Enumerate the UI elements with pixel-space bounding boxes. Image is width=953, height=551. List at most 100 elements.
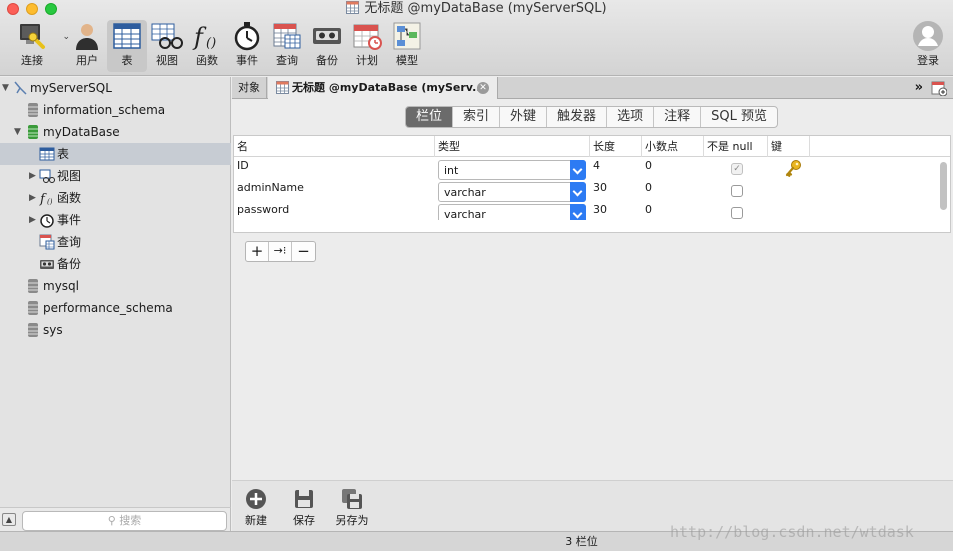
backup-tape-icon: [313, 28, 341, 44]
add-circle-icon: [246, 489, 266, 509]
column-header-length[interactable]: 长度: [590, 136, 642, 157]
column-header-decimals[interactable]: 小数点: [642, 136, 704, 157]
views-node[interactable]: ▶ 视图: [0, 165, 231, 187]
field-length-cell[interactable]: 30: [590, 180, 607, 202]
sidebar-search-input[interactable]: ⚲ 搜索: [22, 511, 227, 531]
database-node[interactable]: information_schema: [0, 99, 231, 121]
not-null-checkbox[interactable]: [731, 207, 743, 219]
field-type-select[interactable]: varchar: [438, 204, 586, 220]
field-decimals-cell[interactable]: 0: [642, 158, 652, 180]
query-icon: [39, 234, 55, 250]
table-scrollbar[interactable]: [940, 162, 947, 210]
field-name-cell[interactable]: password: [234, 202, 435, 220]
field-decimals-cell[interactable]: 0: [642, 180, 652, 202]
view-glasses-icon: [39, 169, 55, 183]
insert-field-button[interactable]: →⁝: [269, 242, 292, 261]
view-button[interactable]: 视图: [150, 20, 184, 72]
field-type-select[interactable]: int: [438, 160, 586, 180]
database-gray-icon: [28, 279, 38, 293]
event-button[interactable]: 事件: [230, 20, 264, 72]
database-node[interactable]: ▼ myDataBase: [0, 121, 231, 143]
table-document-icon: [276, 81, 289, 94]
database-node[interactable]: mysql: [0, 275, 231, 297]
svg-text:(): (): [47, 198, 53, 206]
database-node[interactable]: sys: [0, 319, 231, 341]
function-button[interactable]: f() 函数: [190, 20, 224, 72]
disclosure-closed-icon[interactable]: ▶: [29, 165, 39, 187]
column-header-not-null[interactable]: 不是 null: [704, 136, 768, 157]
segment-fields[interactable]: 栏位: [406, 107, 454, 127]
tables-node[interactable]: 表: [0, 143, 231, 165]
backups-node[interactable]: 备份: [0, 253, 231, 275]
new-tab-calendar-icon[interactable]: [931, 80, 947, 96]
segment-foreign-keys[interactable]: 外键: [500, 107, 548, 127]
add-field-button[interactable]: +: [246, 242, 269, 261]
server-node[interactable]: ▼ myServerSQL: [0, 77, 231, 99]
not-null-checkbox[interactable]: [731, 185, 743, 197]
function-icon: f(): [39, 192, 53, 206]
table-icon: [39, 147, 55, 161]
new-table-button[interactable]: 新建: [242, 488, 270, 528]
field-decimals-cell[interactable]: 0: [642, 202, 652, 220]
field-length-cell[interactable]: 30: [590, 202, 607, 220]
svg-text:(): (): [206, 36, 216, 51]
table-header: 名 类型 长度 小数点 不是 null 键: [234, 136, 950, 157]
disclosure-closed-icon[interactable]: ▶: [29, 187, 39, 209]
model-button[interactable]: 模型: [390, 20, 424, 72]
disclosure-open-icon[interactable]: ▼: [2, 77, 12, 99]
query-button[interactable]: 查询: [270, 20, 304, 72]
column-header-name[interactable]: 名: [234, 136, 435, 157]
table-row[interactable]: adminName varchar 30 0: [234, 180, 950, 202]
toggle-sidebar-icon[interactable]: ▲: [2, 513, 16, 526]
field-name-cell[interactable]: adminName: [234, 180, 435, 202]
schedule-button[interactable]: 计划: [350, 20, 384, 72]
table-button[interactable]: 表: [107, 20, 147, 72]
save-as-disk-icon: [342, 489, 362, 509]
svg-text:f: f: [39, 192, 47, 206]
model-diagram-icon: [393, 22, 421, 50]
tab-bar: 对象 无标题 @myDataBase (myServ... ✕ »: [232, 77, 953, 99]
save-as-button[interactable]: 另存为: [333, 488, 371, 528]
table-icon: [113, 23, 141, 49]
queries-node[interactable]: 查询: [0, 231, 231, 253]
save-button[interactable]: 保存: [290, 488, 318, 528]
field-name-cell[interactable]: ID: [234, 158, 435, 180]
table-row[interactable]: ID int 4 0 ✓: [234, 158, 950, 180]
schedule-calendar-icon: [353, 24, 382, 50]
remove-field-button[interactable]: −: [292, 242, 315, 261]
segment-options[interactable]: 选项: [607, 107, 655, 127]
table-document-icon: [346, 1, 360, 14]
segment-indexes[interactable]: 索引: [453, 107, 501, 127]
tab-table-designer[interactable]: 无标题 @myDataBase (myServ... ✕: [268, 77, 498, 99]
window-title: 无标题 @myDataBase (myServerSQL): [0, 0, 953, 17]
server-connection-icon: [14, 81, 27, 95]
database-gray-icon: [28, 103, 38, 117]
events-node[interactable]: ▶ 事件: [0, 209, 231, 231]
table-row[interactable]: password varchar 30 0: [234, 202, 950, 220]
close-tab-icon[interactable]: ✕: [477, 82, 489, 94]
chevron-down-icon: [570, 204, 586, 220]
functions-node[interactable]: ▶ f() 函数: [0, 187, 231, 209]
primary-key-icon[interactable]: [783, 159, 803, 179]
backup-button[interactable]: 备份: [310, 20, 344, 72]
column-header-type[interactable]: 类型: [435, 136, 590, 157]
database-green-icon: [28, 125, 38, 139]
disclosure-open-icon[interactable]: ▼: [14, 121, 24, 143]
field-type-select[interactable]: varchar: [438, 182, 586, 202]
designer-segmented-control: 栏位 索引 外键 触发器 选项 注释 SQL 预览: [405, 106, 778, 128]
segment-sql-preview[interactable]: SQL 预览: [701, 107, 777, 127]
field-length-cell[interactable]: 4: [590, 158, 600, 180]
segment-triggers[interactable]: 触发器: [547, 107, 608, 127]
more-tabs-button[interactable]: »: [915, 77, 923, 98]
database-node[interactable]: performance_schema: [0, 297, 231, 319]
connect-menu-chevron-icon[interactable]: ⌄: [62, 32, 70, 42]
segment-comments[interactable]: 注释: [654, 107, 702, 127]
user-button[interactable]: 用户: [70, 20, 104, 72]
not-null-checkbox[interactable]: ✓: [731, 163, 743, 175]
database-gray-icon: [28, 323, 38, 337]
login-button[interactable]: 登录: [910, 20, 946, 72]
connect-button[interactable]: 连接 ⌄: [8, 20, 70, 72]
column-header-key[interactable]: 键: [768, 136, 810, 157]
disclosure-closed-icon[interactable]: ▶: [29, 209, 39, 231]
tab-objects[interactable]: 对象: [232, 77, 267, 99]
